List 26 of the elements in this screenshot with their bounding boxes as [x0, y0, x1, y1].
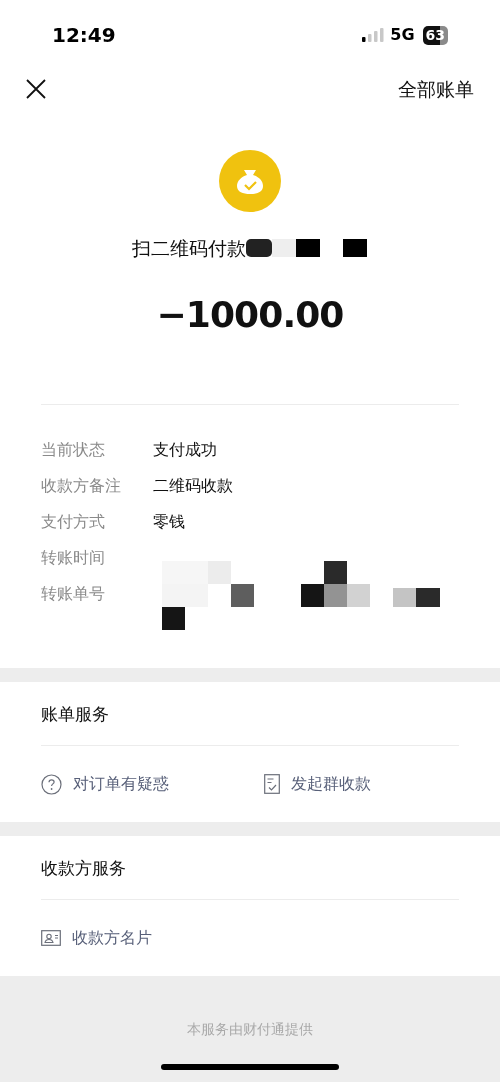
- payment-amount: −1000.00: [156, 293, 344, 337]
- contact-card-icon: [41, 930, 61, 946]
- section-title: 账单服务: [40, 703, 110, 726]
- detail-label: 转账单号: [41, 583, 106, 605]
- all-bills-link[interactable]: 全部账单: [398, 74, 474, 104]
- network-label: 5G: [390, 24, 415, 46]
- detail-value: 二维码收款: [153, 475, 233, 497]
- money-bag-icon: [219, 150, 281, 212]
- signal-icon: [362, 28, 385, 42]
- close-button[interactable]: [26, 79, 46, 99]
- section-title: 收款方服务: [40, 857, 127, 880]
- detail-value: 零钱: [153, 511, 185, 533]
- service-action[interactable]: 收款方名片: [41, 926, 264, 950]
- detail-value: 支付成功: [153, 439, 217, 461]
- detail-label: 支付方式: [41, 511, 106, 533]
- battery-indicator: 63: [422, 25, 448, 45]
- status-time: 12:49: [52, 22, 116, 49]
- detail-label: 收款方备注: [41, 475, 122, 497]
- service-action[interactable]: 对订单有疑惑: [41, 772, 264, 796]
- footer-note: 本服务由财付通提供: [187, 1020, 313, 1039]
- document-check-icon: [264, 774, 280, 794]
- help-icon: [41, 773, 62, 795]
- payment-title: 扫二维码付款: [132, 235, 246, 261]
- detail-label: 转账时间: [41, 547, 106, 569]
- service-action[interactable]: 发起群收款: [264, 772, 371, 796]
- detail-label: 当前状态: [41, 439, 106, 461]
